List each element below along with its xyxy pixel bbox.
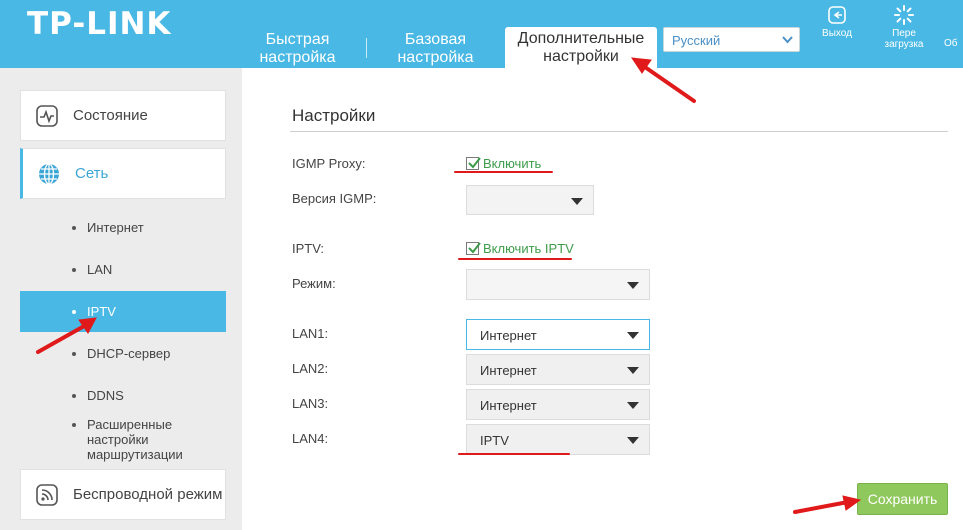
arrow-to-save-button bbox=[793, 500, 850, 514]
arrowhead bbox=[842, 495, 862, 511]
annotation-arrows bbox=[36, 57, 862, 514]
arrow-to-iptv-item bbox=[36, 323, 88, 354]
arrow-to-advanced-tab bbox=[640, 63, 696, 103]
